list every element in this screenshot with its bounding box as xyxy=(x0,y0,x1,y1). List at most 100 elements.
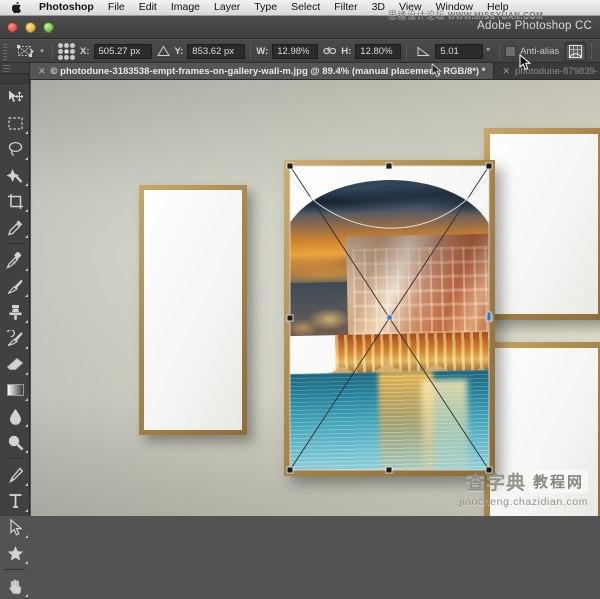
tool-submenu-indicator xyxy=(25,294,28,297)
tool-submenu-indicator xyxy=(25,561,28,564)
menu-photoshop[interactable]: Photoshop xyxy=(32,0,101,15)
apple-logo-icon[interactable] xyxy=(10,1,23,14)
menu-filter[interactable]: Filter xyxy=(327,0,364,15)
warp-mode-icon[interactable] xyxy=(565,41,587,61)
document-tab-bar: ✕ © photodune-3183538-empt-frames-on-gal… xyxy=(30,63,600,80)
crop-tool[interactable] xyxy=(0,188,30,214)
document-tab-label: © photodune-3183538-empt-frames-on-galle… xyxy=(50,65,486,77)
lasso-tool[interactable] xyxy=(0,136,30,162)
blur-tool[interactable] xyxy=(0,403,30,429)
x-label: X: xyxy=(80,45,90,57)
divider xyxy=(250,42,252,60)
y-label: Y: xyxy=(174,45,184,57)
tool-submenu-indicator xyxy=(25,346,28,349)
menu-image[interactable]: Image xyxy=(164,0,207,15)
history-brush-tool[interactable] xyxy=(0,325,30,351)
tool-submenu-indicator xyxy=(25,372,28,375)
height-input[interactable]: 12.80% xyxy=(355,43,402,59)
eraser-tool[interactable] xyxy=(0,351,30,377)
menu-select[interactable]: Select xyxy=(284,0,327,15)
divider xyxy=(499,42,501,60)
gradient-swatch-icon xyxy=(6,384,24,396)
dodge-tool[interactable] xyxy=(0,429,30,455)
antialias-label: Anti-alias xyxy=(520,45,560,57)
window-controls xyxy=(7,22,54,33)
custom-shape-tool[interactable] xyxy=(0,540,30,566)
frame-mat xyxy=(144,190,242,430)
close-tab-icon[interactable]: ✕ xyxy=(38,66,46,77)
tool-divider xyxy=(4,243,25,244)
menu-edit[interactable]: Edit xyxy=(132,0,164,15)
free-transform-tool-icon[interactable] xyxy=(13,42,37,61)
tool-submenu-indicator xyxy=(25,131,28,134)
gradient-tool[interactable] xyxy=(0,377,30,403)
watermark-bottom-cn2: 教程网 xyxy=(528,470,588,493)
tool-submenu-indicator xyxy=(25,235,28,238)
tool-submenu-indicator xyxy=(25,209,28,212)
antialias-checkbox[interactable] xyxy=(505,45,517,57)
angle-input[interactable]: 5.01 xyxy=(435,43,484,59)
h-label: H: xyxy=(341,45,352,57)
rectangular-marquee-tool[interactable] xyxy=(0,110,30,136)
hand-tool[interactable] xyxy=(0,573,30,599)
clone-stamp-tool[interactable] xyxy=(0,299,30,325)
close-button[interactable] xyxy=(7,22,18,33)
chevron-down-icon[interactable]: ▾ xyxy=(37,42,47,61)
tool-submenu-indicator xyxy=(25,594,28,597)
y-input[interactable]: 853.62 px xyxy=(187,43,246,59)
tool-submenu-indicator xyxy=(25,535,28,538)
watermark-bottom: 查字典 教程网 jiaocheng.chazidian.com xyxy=(459,468,588,508)
options-bar-grip[interactable] xyxy=(1,42,10,60)
tool-submenu-indicator xyxy=(25,398,28,401)
chain-link-icon[interactable] xyxy=(322,43,337,59)
document-tab-inactive[interactable]: ✕ photodune-879839- xyxy=(494,63,600,79)
watermark-bottom-row: 查字典 教程网 xyxy=(459,468,588,495)
document-tab-label: photodune-879839- xyxy=(514,65,598,77)
width-input[interactable]: 12.98% xyxy=(272,43,319,59)
watermark-bottom-url: jiaocheng.chazidian.com xyxy=(459,496,588,508)
collapse-panel-icon[interactable] xyxy=(0,74,29,84)
options-bar: ▾ X: 505.27 px Y: 853.62 px W: 12.98% H:… xyxy=(0,40,600,63)
placed-venice-photo[interactable] xyxy=(290,177,489,470)
eyedropper-tool[interactable] xyxy=(0,214,30,240)
tool-submenu-indicator xyxy=(25,424,28,427)
delta-relative-icon[interactable] xyxy=(156,43,171,59)
tools-panel xyxy=(0,63,30,597)
tool-submenu-indicator xyxy=(25,157,28,160)
document-canvas[interactable] xyxy=(31,80,600,516)
app-title: Adobe Photoshop CC xyxy=(477,20,592,32)
minimize-button[interactable] xyxy=(25,22,36,33)
menu-type[interactable]: Type xyxy=(247,0,284,15)
tool-submenu-indicator xyxy=(25,183,28,186)
menu-layer[interactable]: Layer xyxy=(207,0,247,15)
tool-submenu-indicator xyxy=(25,450,28,453)
path-selection-tool[interactable] xyxy=(0,514,30,540)
empty-frame-left[interactable] xyxy=(139,185,247,435)
x-input[interactable]: 505.27 px xyxy=(93,43,152,59)
watermark-bottom-cn1: 查字典 xyxy=(465,472,526,494)
spot-healing-brush-tool[interactable] xyxy=(0,247,30,273)
tool-divider xyxy=(4,458,25,459)
type-tool[interactable] xyxy=(0,488,30,514)
document-tab-active[interactable]: ✕ © photodune-3183538-empt-frames-on-gal… xyxy=(30,63,495,79)
w-label: W: xyxy=(256,45,269,57)
tool-submenu-indicator xyxy=(25,320,28,323)
pen-tool[interactable] xyxy=(0,462,30,488)
divider xyxy=(406,42,408,60)
frame-mat xyxy=(490,134,598,314)
watermark-top: 思缘设计论坛 WWW.MISSYUAN.COM xyxy=(388,8,543,21)
empty-frame-right-top[interactable] xyxy=(484,128,600,320)
menu-file[interactable]: File xyxy=(101,0,132,15)
divider xyxy=(591,42,593,60)
photo-vignette xyxy=(290,177,489,470)
quick-selection-tool[interactable] xyxy=(0,162,30,188)
brush-tool[interactable] xyxy=(0,273,30,299)
divider xyxy=(52,42,53,60)
maximize-button[interactable] xyxy=(43,22,54,33)
rotate-angle-icon xyxy=(416,43,431,59)
move-tool[interactable] xyxy=(0,84,30,110)
degree-symbol: ° xyxy=(486,45,491,57)
close-tab-icon[interactable]: ✕ xyxy=(502,66,510,77)
reference-point-grid-icon[interactable] xyxy=(58,42,75,60)
tools-panel-grip[interactable] xyxy=(0,63,29,74)
